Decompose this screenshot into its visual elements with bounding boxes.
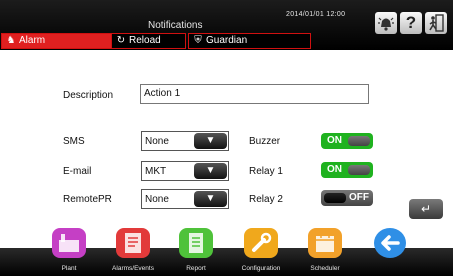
relay1-toggle[interactable]: ON (321, 162, 373, 178)
nav-scheduler[interactable]: Scheduler (290, 228, 360, 276)
chevron-down-icon[interactable]: ▼ (194, 191, 227, 207)
enter-button[interactable]: ↵ (409, 199, 443, 219)
reload-icon: ↻ (116, 35, 126, 46)
chevron-down-icon[interactable]: ▼ (194, 163, 227, 179)
page-title: Notifications (148, 20, 203, 31)
report-icon (179, 228, 213, 258)
remotepr-value: None (145, 194, 169, 205)
alarm-bell-icon[interactable] (375, 12, 397, 34)
help-icon[interactable]: ? (400, 12, 422, 34)
email-label: E-mail (63, 166, 92, 177)
scheduler-icon (308, 228, 342, 258)
tab-guardian[interactable]: ⛨ Guardian (188, 33, 311, 49)
description-input[interactable]: Action 1 (140, 84, 369, 104)
datetime: 2014/01/01 12:00 (286, 11, 346, 18)
description-label: Description (63, 90, 114, 101)
email-select[interactable]: MKT ▼ (141, 161, 229, 181)
alarm-icon: ♞ (6, 35, 16, 46)
remotepr-label: RemotePR (63, 194, 112, 205)
email-value: MKT (145, 166, 167, 177)
exit-icon[interactable] (425, 12, 447, 34)
relay2-label: Relay 2 (249, 194, 283, 205)
relay2-toggle[interactable]: OFF (321, 190, 373, 206)
tab-reload[interactable]: ↻ Reload (111, 33, 186, 49)
configuration-icon (244, 228, 278, 258)
chevron-down-icon[interactable]: ▼ (194, 133, 227, 149)
nav-plant[interactable]: Plant (34, 228, 104, 276)
buzzer-label: Buzzer (249, 136, 281, 147)
enter-icon: ↵ (420, 202, 432, 216)
nav-back[interactable] (355, 228, 425, 276)
relay1-label: Relay 1 (249, 166, 283, 177)
alarms-events-icon (116, 228, 150, 258)
sms-select[interactable]: None ▼ (141, 131, 229, 151)
sms-value: None (145, 136, 169, 147)
plant-icon (52, 228, 86, 258)
top-bar: Notifications 2014/01/01 12:00 ? ♞ Alarm … (0, 0, 453, 50)
nav-configuration[interactable]: Configuration (226, 228, 296, 276)
nav-alarms-events[interactable]: Alarms/Events (98, 228, 168, 276)
nav-report[interactable]: Report (161, 228, 231, 276)
buzzer-toggle[interactable]: ON (321, 133, 373, 149)
remotepr-select[interactable]: None ▼ (141, 189, 229, 209)
shield-icon: ⛨ (194, 35, 202, 46)
sms-label: SMS (63, 136, 85, 147)
back-arrow-icon (374, 228, 406, 258)
